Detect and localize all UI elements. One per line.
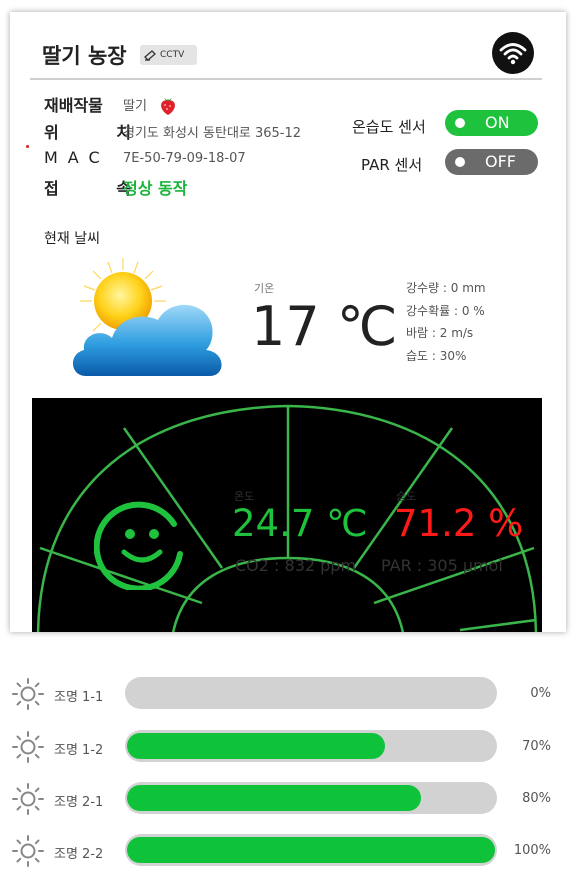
light-row: 조명 1-2 70%: [0, 729, 573, 765]
cctv-label: CCTV: [160, 50, 185, 60]
par-value: PAR : 305 μmol: [381, 556, 503, 575]
toggle-knob: [455, 118, 465, 128]
status-dot: [26, 145, 29, 148]
light-level-fill: [127, 837, 495, 863]
crop-value: 딸기: [123, 95, 177, 115]
temperature-label: 기온: [254, 282, 275, 295]
partly-cloudy-icon: [72, 258, 222, 376]
crop-value-text: 딸기: [123, 99, 147, 114]
rain-probability-value: 강수확률 : 0 %: [406, 304, 485, 318]
light-percent: 0%: [530, 686, 551, 701]
sun-icon: [12, 783, 44, 815]
light-percent: 80%: [522, 791, 551, 806]
connection-value: 정상 동작: [123, 179, 188, 198]
light-percent: 100%: [513, 843, 551, 858]
light-level-fill: [127, 785, 421, 811]
strawberry-icon: [161, 98, 175, 115]
light-name: 조명 1-1: [54, 690, 104, 705]
humidity-value: 습도 : 30%: [406, 349, 467, 363]
weather-title: 현재 날씨: [44, 231, 100, 247]
wifi-icon: [499, 43, 527, 65]
light-row: 조명 2-2 100%: [0, 833, 573, 869]
light-row: 조명 1-1 0%: [0, 676, 573, 712]
par-sensor-label: PAR 센서: [361, 156, 423, 174]
sun-icon: [12, 835, 44, 867]
temp-humidity-sensor-label: 온습도 센서: [352, 118, 426, 136]
sensor-monitor-panel: 온도 24.7 ℃ 습도 71.2 % CO2 : 832 ppm PAR : …: [32, 398, 542, 632]
header-divider: [30, 78, 542, 80]
light-level-slider[interactable]: [125, 730, 497, 762]
light-level-slider[interactable]: [125, 677, 497, 709]
light-level-fill: [127, 733, 385, 759]
toggle-state: OFF: [485, 152, 516, 171]
camera-icon: [144, 50, 156, 61]
light-level-slider[interactable]: [125, 834, 497, 866]
light-percent: 70%: [522, 739, 551, 754]
co2-value: CO2 : 832 ppm: [235, 556, 357, 575]
location-value: 경기도 화성시 동탄대로 365-12: [123, 126, 302, 141]
wifi-status-button[interactable]: [492, 32, 534, 74]
par-sensor-toggle[interactable]: OFF: [445, 149, 538, 175]
wind-value: 바람 : 2 m/s: [406, 326, 474, 340]
mac-value: 7E-50-79-09-18-07: [123, 151, 246, 166]
light-row: 조명 2-1 80%: [0, 781, 573, 817]
rainfall-value: 강수량 : 0 mm: [406, 281, 486, 295]
monitor-temp-value: 24.7 ℃: [232, 502, 368, 545]
crop-label: 재배작물: [44, 96, 103, 115]
temperature-value: 17 ℃: [251, 295, 398, 358]
sun-icon: [12, 731, 44, 763]
light-name: 조명 2-1: [54, 795, 104, 810]
toggle-state: ON: [485, 113, 510, 132]
sun-icon: [12, 678, 44, 710]
light-name: 조명 1-2: [54, 743, 104, 758]
farm-title: 딸기 농장: [42, 44, 127, 68]
mac-label: MAC: [44, 148, 110, 167]
cctv-button[interactable]: CCTV: [140, 45, 197, 65]
light-level-slider[interactable]: [125, 782, 497, 814]
farm-card: 딸기 농장 CCTV 재배작물 딸기 위 치 경기도 화성시 동탄대로 365-…: [10, 12, 566, 632]
light-name: 조명 2-2: [54, 847, 104, 862]
temp-humidity-sensor-toggle[interactable]: ON: [445, 110, 538, 136]
monitor-humidity-value: 71.2 %: [394, 502, 524, 545]
smile-status-icon: [94, 501, 183, 590]
toggle-knob: [455, 157, 465, 167]
